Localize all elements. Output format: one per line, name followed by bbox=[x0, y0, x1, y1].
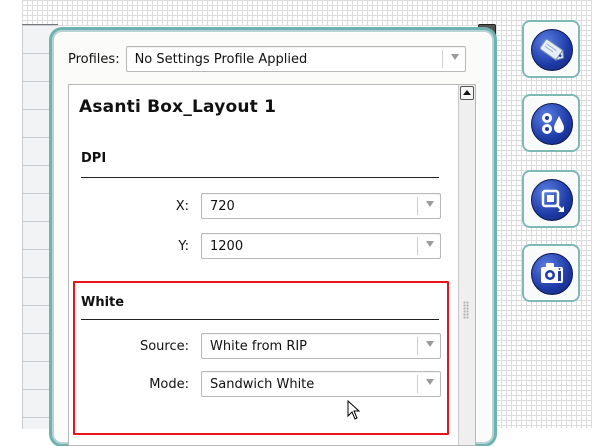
dropdown-separator bbox=[417, 197, 418, 215]
white-source-label: Source: bbox=[139, 339, 189, 354]
profiles-dropdown-value: No Settings Profile Applied bbox=[134, 51, 308, 67]
white-section-title: White bbox=[81, 295, 125, 310]
white-source-dropdown[interactable]: White from RIP bbox=[201, 333, 441, 359]
scroll-up-button[interactable] bbox=[460, 86, 474, 100]
dpi-x-value: 720 bbox=[210, 198, 235, 214]
arrow-up-icon bbox=[463, 90, 471, 95]
chevron-down-icon bbox=[426, 241, 434, 247]
white-mode-value: Sandwich White bbox=[210, 376, 315, 392]
dropdown-separator bbox=[417, 337, 418, 355]
chevron-down-icon bbox=[426, 379, 434, 385]
dpi-y-label: Y: bbox=[178, 239, 189, 254]
resize-icon bbox=[531, 179, 573, 221]
white-mode-label: Mode: bbox=[149, 377, 189, 392]
white-mode-dropdown[interactable]: Sandwich White bbox=[201, 371, 441, 397]
tag-button[interactable] bbox=[522, 20, 580, 78]
dropdown-separator bbox=[417, 237, 418, 255]
camera-icon bbox=[531, 253, 573, 295]
dropdown-separator bbox=[417, 375, 418, 393]
dropdown-separator bbox=[441, 50, 443, 68]
settings-panel: Profiles: No Settings Profile Applied As… bbox=[52, 30, 494, 446]
dpi-y-value: 1200 bbox=[210, 238, 244, 254]
ink-settings-button[interactable] bbox=[522, 94, 580, 152]
camera-button[interactable] bbox=[522, 244, 580, 302]
ink-settings-icon bbox=[531, 103, 573, 145]
document-title: Asanti Box_Layout 1 bbox=[79, 97, 277, 117]
dpi-divider bbox=[81, 177, 439, 178]
grip-icon bbox=[463, 301, 469, 319]
background-grid-top bbox=[22, 0, 502, 26]
chevron-down-icon bbox=[426, 201, 434, 207]
settings-content: Asanti Box_Layout 1 DPI X: 720 Y: 1200 W… bbox=[68, 84, 476, 446]
dpi-x-label: X: bbox=[175, 199, 189, 214]
profiles-row: Profiles: No Settings Profile Applied bbox=[68, 46, 478, 72]
vertical-scrollbar[interactable] bbox=[458, 85, 475, 445]
resize-button[interactable] bbox=[522, 170, 580, 228]
profiles-label: Profiles: bbox=[68, 51, 120, 67]
dpi-section-title: DPI bbox=[81, 151, 107, 166]
mouse-cursor-icon bbox=[347, 400, 361, 420]
chevron-down-icon bbox=[426, 341, 434, 347]
dpi-x-dropdown[interactable]: 720 bbox=[201, 193, 441, 219]
white-source-value: White from RIP bbox=[210, 338, 308, 354]
white-divider bbox=[81, 319, 439, 320]
chevron-down-icon bbox=[450, 54, 459, 60]
tag-icon bbox=[531, 29, 573, 71]
scrollbar-thumb[interactable] bbox=[460, 295, 472, 325]
profiles-dropdown[interactable]: No Settings Profile Applied bbox=[125, 46, 466, 72]
dpi-y-dropdown[interactable]: 1200 bbox=[201, 233, 441, 259]
